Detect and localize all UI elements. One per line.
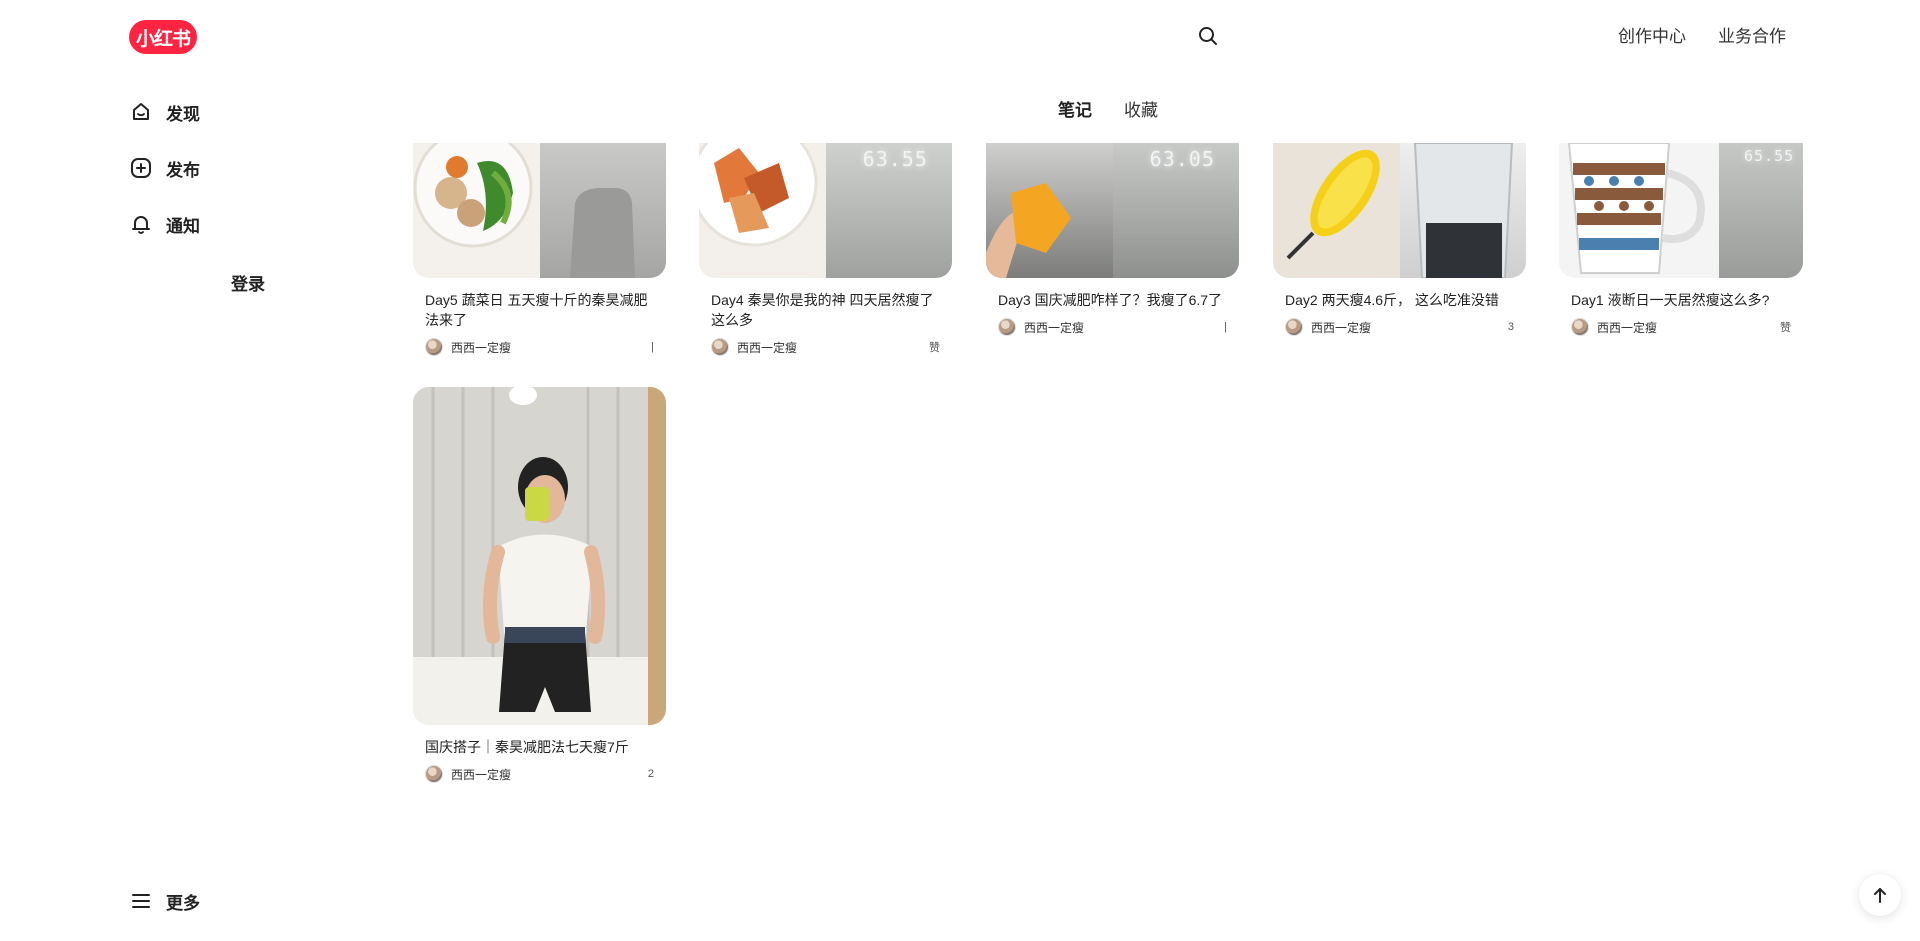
note-author[interactable]: 西西一定瘦 |: [998, 318, 1227, 336]
note-title[interactable]: Day1 液断日一天居然瘦这么多?: [1571, 290, 1791, 310]
author-name[interactable]: 西西一定瘦: [1597, 319, 1657, 336]
scale-reading: 63.55: [862, 147, 928, 171]
note-card[interactable]: 63.55 Day4 秦昊你是我的神 四天居然瘦了这么多 西西一定瘦 赞: [699, 143, 952, 356]
top-links: 创作中心 业务合作: [1618, 22, 1786, 47]
sidebar-item-label: 发现: [166, 104, 200, 124]
note-title[interactable]: 国庆搭子｜秦昊减肥法七天瘦7斤: [425, 737, 654, 757]
like-count[interactable]: |: [1224, 321, 1227, 333]
like-count[interactable]: 3: [1508, 321, 1514, 333]
like-count[interactable]: 赞: [929, 339, 940, 355]
note-author[interactable]: 西西一定瘦 赞: [1571, 318, 1791, 336]
avatar[interactable]: [1571, 318, 1589, 336]
like-count[interactable]: 2: [648, 768, 654, 780]
business-link[interactable]: 业务合作: [1718, 22, 1786, 47]
note-cover[interactable]: [413, 387, 666, 725]
home-icon: [128, 99, 154, 125]
author-name[interactable]: 西西一定瘦: [737, 339, 797, 356]
bell-icon: [128, 211, 154, 237]
back-to-top-button[interactable]: [1859, 874, 1901, 916]
author-name[interactable]: 西西一定瘦: [1311, 319, 1371, 336]
note-title[interactable]: Day2 两天瘦4.6斤， 这么吃准没错: [1285, 290, 1514, 310]
note-author[interactable]: 西西一定瘦 |: [425, 338, 654, 356]
author-name[interactable]: 西西一定瘦: [451, 766, 511, 783]
like-count[interactable]: |: [651, 341, 654, 353]
note-title[interactable]: Day5 蔬菜日 五天瘦十斤的秦昊减肥法来了: [425, 290, 654, 330]
note-cover[interactable]: 63.05: [986, 143, 1239, 278]
login-button[interactable]: 登录: [231, 270, 265, 295]
menu-icon: [128, 888, 154, 914]
note-author[interactable]: 西西一定瘦 3: [1285, 318, 1514, 336]
search-icon[interactable]: [1196, 24, 1220, 48]
note-card[interactable]: 63.05 Day3 国庆减肥咋样了？我瘦了6.7了 西西一定瘦 |: [986, 143, 1239, 336]
arrow-up-icon: [1874, 888, 1886, 903]
scale-reading: 63.05: [1149, 147, 1215, 171]
avatar[interactable]: [1285, 318, 1303, 336]
plus-square-icon: [128, 155, 154, 181]
note-cover[interactable]: 63.55: [699, 143, 952, 278]
sidebar: 发现 发布 通知: [128, 96, 388, 264]
note-cover[interactable]: [413, 143, 666, 278]
avatar[interactable]: [998, 318, 1016, 336]
notes-feed: Day5 蔬菜日 五天瘦十斤的秦昊减肥法来了 西西一定瘦 | 63.55 Day…: [413, 143, 1803, 803]
note-card[interactable]: Day5 蔬菜日 五天瘦十斤的秦昊减肥法来了 西西一定瘦 |: [413, 143, 666, 356]
avatar[interactable]: [425, 338, 443, 356]
sidebar-item-notifications[interactable]: 通知: [128, 208, 388, 240]
note-cover[interactable]: 65.55: [1559, 143, 1803, 278]
sidebar-item-discover[interactable]: 发现: [128, 96, 388, 128]
author-name[interactable]: 西西一定瘦: [451, 339, 511, 356]
tab-collections[interactable]: 收藏: [1124, 96, 1158, 121]
note-author[interactable]: 西西一定瘦 2: [425, 765, 654, 783]
tab-notes[interactable]: 笔记: [1058, 96, 1092, 121]
note-card[interactable]: 65.55 Day1 液断日一天居然瘦这么多? 西西一定瘦 赞: [1559, 143, 1803, 336]
note-card[interactable]: 国庆搭子｜秦昊减肥法七天瘦7斤 西西一定瘦 2: [413, 387, 666, 783]
note-title[interactable]: Day3 国庆减肥咋样了？我瘦了6.7了: [998, 290, 1227, 310]
avatar[interactable]: [711, 338, 729, 356]
creator-center-link[interactable]: 创作中心: [1618, 22, 1686, 47]
more-menu[interactable]: 更多: [128, 888, 200, 914]
sidebar-item-label: 发布: [166, 160, 200, 180]
more-label: 更多: [166, 893, 200, 913]
scale-reading: 65.55: [1744, 147, 1795, 165]
sidebar-item-publish[interactable]: 发布: [128, 152, 388, 184]
note-author[interactable]: 西西一定瘦 赞: [711, 338, 940, 356]
xiaohongshu-logo[interactable]: 小红书: [129, 20, 197, 54]
note-cover[interactable]: [1273, 143, 1526, 278]
sidebar-item-label: 通知: [166, 216, 200, 236]
note-title[interactable]: Day4 秦昊你是我的神 四天居然瘦了这么多: [711, 290, 940, 330]
like-count[interactable]: 赞: [1780, 319, 1791, 335]
author-name[interactable]: 西西一定瘦: [1024, 319, 1084, 336]
avatar[interactable]: [425, 765, 443, 783]
note-card[interactable]: Day2 两天瘦4.6斤， 这么吃准没错 西西一定瘦 3: [1273, 143, 1526, 336]
